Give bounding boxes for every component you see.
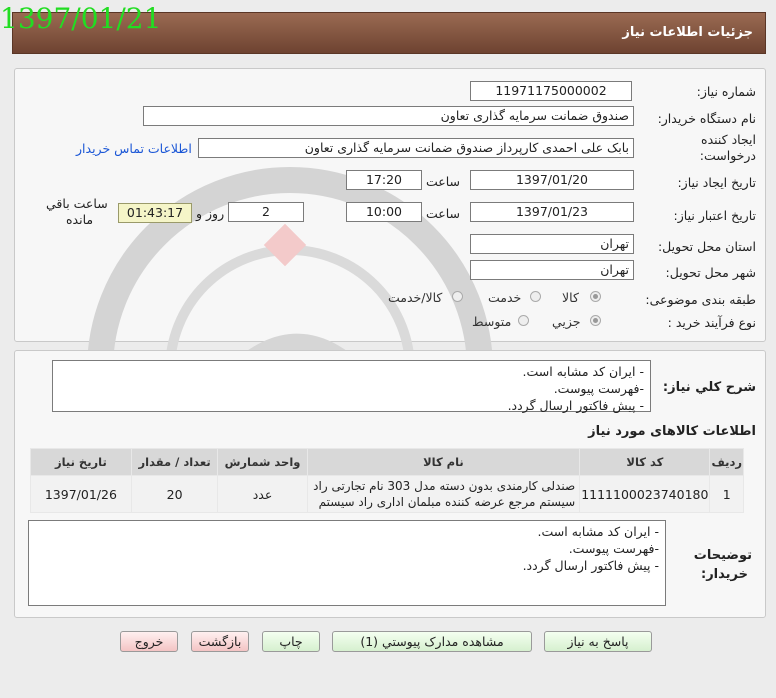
cell-name-line: صندلی کارمندی بدون دسته مدل 303 نام تجار… [313, 479, 576, 493]
created-time-field: 17:20 [346, 170, 422, 190]
category-option-goods: کالا [562, 290, 579, 305]
process-radio-minor[interactable] [590, 315, 601, 326]
valid-time-label: ساعت [426, 206, 461, 221]
category-radio-goods[interactable] [590, 291, 601, 302]
cell-code: 1111100023740180 [579, 475, 711, 513]
col-unit: واحد شمارش [217, 448, 308, 476]
header-date: 1397/01/21 [0, 2, 162, 35]
notes-line: -فهرست پیوست. [568, 541, 659, 556]
view-attachments-button[interactable]: مشاهده مدارک پیوستي (1) [332, 631, 532, 652]
remaining-label-1: ساعت باقي [46, 196, 108, 211]
summary-label: شرح کلي نیاز: [662, 380, 756, 395]
items-section-title: اطلاعات کالاهای مورد نیاز [588, 424, 756, 439]
creator-label-2: درخواست: [699, 148, 756, 163]
valid-date-field: 1397/01/23 [470, 202, 634, 222]
col-quantity: تعداد / مقدار [130, 448, 219, 476]
page-title: جزئیات اطلاعات نیاز [622, 25, 753, 40]
table-row: 1 1111100023740180 صندلی کارمندی بدون دس… [30, 475, 744, 513]
items-table-header: ردیف کد کالا نام کالا واحد شمارش تعداد /… [30, 448, 744, 476]
process-option-medium: متوسط [472, 314, 512, 329]
province-label: استان محل تحویل: [657, 239, 756, 254]
need-number-field: 11971175000002 [470, 81, 632, 101]
creator-label-1: ایجاد کننده [701, 132, 756, 147]
cell-unit: عدد [217, 475, 308, 513]
city-field: تهران [470, 260, 634, 280]
summary-line: -فهرست پیوست. [553, 381, 644, 396]
buyer-notes-textarea: - ایران کد مشابه است. -فهرست پیوست. - پی… [28, 520, 666, 606]
valid-time-field: 10:00 [346, 202, 422, 222]
col-code: کد کالا [579, 448, 711, 476]
summary-line: - ایران کد مشابه است. [522, 364, 644, 379]
notes-line: - ایران کد مشابه است. [537, 524, 659, 539]
summary-textarea: - ایران کد مشابه است. -فهرست پیوست. - پی… [52, 360, 651, 413]
days-label: روز و [196, 206, 225, 221]
category-label: طبقه بندی موضوعی: [645, 292, 756, 307]
back-button[interactable]: بازگشت [191, 631, 249, 652]
category-option-both: کالا/خدمت [388, 290, 443, 305]
remaining-time-field: 01:43:17 [118, 203, 192, 223]
notes-line: - پیش فاکتور ارسال گردد. [522, 558, 659, 573]
process-radio-medium[interactable] [518, 315, 529, 326]
created-time-label: ساعت [426, 174, 461, 189]
buyer-notes-label-1: توضیحات [693, 548, 752, 563]
col-index: ردیف [709, 448, 744, 476]
buyer-notes-label-2: خریدار: [701, 567, 748, 582]
cell-name: صندلی کارمندی بدون دسته مدل 303 نام تجار… [306, 475, 581, 513]
created-date-label: تاریخ ایجاد نیاز: [677, 175, 756, 190]
cell-name-line: سیستم مرجع عرضه کننده مبلمان اداری راد س… [318, 495, 576, 509]
print-button[interactable]: چاپ [262, 631, 320, 652]
days-field: 2 [228, 202, 304, 222]
valid-date-label: تاریخ اعتبار نیاز: [673, 208, 756, 223]
process-label: نوع فرآیند خرید : [667, 315, 756, 330]
items-table: ردیف کد کالا نام کالا واحد شمارش تعداد /… [30, 448, 744, 513]
buyer-contact-link[interactable]: اطلاعات تماس خریدار [76, 141, 192, 156]
buyer-org-field: صندوق ضمانت سرمایه گذاری تعاون [143, 106, 634, 126]
cell-quantity: 20 [130, 475, 219, 513]
reply-button[interactable]: پاسخ به نیاز [544, 631, 652, 652]
col-name: نام کالا [306, 448, 581, 476]
need-number-label: شماره نیاز: [696, 84, 756, 99]
process-option-minor: جزیي [552, 314, 581, 329]
exit-button[interactable]: خروج [120, 631, 178, 652]
cell-date: 1397/01/26 [30, 475, 132, 513]
category-option-service: خدمت [488, 290, 522, 305]
city-label: شهر محل تحویل: [665, 265, 756, 280]
created-date-field: 1397/01/20 [470, 170, 634, 190]
remaining-label-2: مانده [66, 212, 94, 227]
cell-index: 1 [709, 475, 744, 513]
creator-field: بابک علی احمدی کارپرداز صندوق ضمانت سرما… [198, 138, 634, 158]
category-radio-both[interactable] [452, 291, 463, 302]
summary-line: - پیش فاکتور ارسال گردد. [507, 398, 644, 413]
buyer-org-label: نام دستگاه خریدار: [657, 111, 756, 126]
category-radio-service[interactable] [530, 291, 541, 302]
col-date: تاریخ نیاز [30, 448, 132, 476]
province-field: تهران [470, 234, 634, 254]
